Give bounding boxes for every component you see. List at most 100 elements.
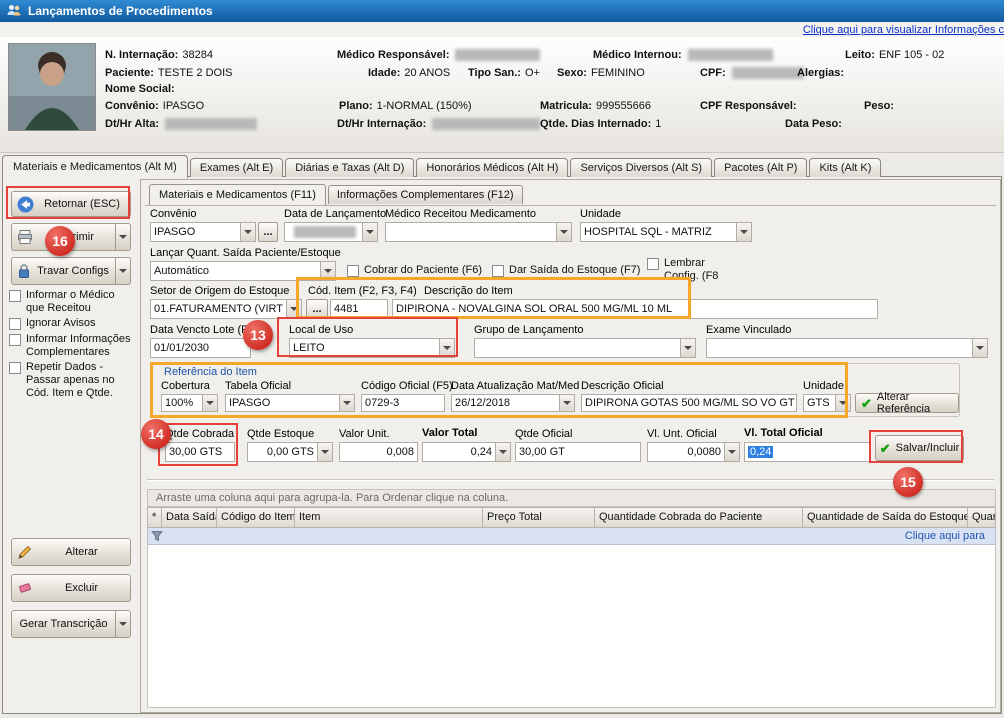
unidade-oficial-dropdown-icon[interactable] xyxy=(835,395,850,411)
alergias-field: Alergias: xyxy=(797,67,844,79)
valor-unit-input[interactable]: 0,008 xyxy=(339,442,418,462)
setor-origem-dropdown-icon[interactable] xyxy=(286,300,301,318)
tab-complementares-f12[interactable]: Informações Complementares (F12) xyxy=(328,185,523,204)
tab-kits[interactable]: Kits (Alt K) xyxy=(809,158,881,177)
medico-receitou-dropdown-icon[interactable] xyxy=(556,223,571,241)
cod-item-input[interactable]: 4481 xyxy=(330,299,388,319)
grid-indicator-header[interactable]: * xyxy=(147,507,162,528)
informar-complementares-checkbox[interactable]: Informar Informações Complementares xyxy=(9,333,135,359)
tab-materiais-medicamentos[interactable]: Materiais e Medicamentos (Alt M) xyxy=(2,155,188,178)
unidade-oficial-combo[interactable]: GTS xyxy=(803,394,851,412)
data-atualizacao-value: 26/12/2018 xyxy=(452,395,559,411)
col-preco-total[interactable]: Preço Total xyxy=(483,507,595,528)
valor-total-dropdown-icon[interactable] xyxy=(495,443,510,461)
visualizar-informacoes-link[interactable]: Clique aqui para visualizar Informações … xyxy=(803,24,1004,36)
cobrar-paciente-checkbox[interactable]: Cobrar do Paciente (F6) xyxy=(347,264,482,277)
cobertura-dropdown-icon[interactable] xyxy=(202,395,217,411)
checkbox-box-icon[interactable] xyxy=(9,362,21,374)
tabela-oficial-combo[interactable]: IPASGO xyxy=(225,394,355,412)
tab-diarias-taxas[interactable]: Diárias e Taxas (Alt D) xyxy=(285,158,414,177)
ignorar-avisos-checkbox[interactable]: Ignorar Avisos xyxy=(9,317,135,330)
sexo-value: FEMININO xyxy=(591,67,645,79)
convenio-browse-button[interactable]: ... xyxy=(258,222,278,242)
convenio-combo[interactable]: IPASGO xyxy=(150,222,256,242)
grupo-lancamento-combo[interactable] xyxy=(474,338,696,358)
tab-servicos-diversos[interactable]: Serviços Diversos (Alt S) xyxy=(570,158,712,177)
item-browse-button[interactable]: ... xyxy=(306,299,328,319)
repetir-dados-checkbox[interactable]: Repetir Dados - Passar apenas no Cód. It… xyxy=(9,361,135,400)
retornar-button[interactable]: Retornar (ESC) xyxy=(11,191,131,217)
exame-vinculado-combo[interactable] xyxy=(706,338,988,358)
valor-total-combo[interactable]: 0,24 xyxy=(422,442,511,462)
excluir-button[interactable]: Excluir xyxy=(11,574,131,602)
travar-configs-dropdown[interactable] xyxy=(115,258,130,284)
gerar-transcricao-button[interactable]: Gerar Transcrição xyxy=(11,610,131,638)
col-quantidade-s[interactable]: Quantidade de S xyxy=(968,507,996,528)
qtde-oficial-input[interactable]: 30,00 GT xyxy=(515,442,641,462)
col-codigo-item[interactable]: Código do Item xyxy=(217,507,295,528)
data-lancamento-dropdown-icon[interactable] xyxy=(362,223,377,241)
lancar-quant-dropdown-icon[interactable] xyxy=(320,262,335,280)
lancar-quant-combo[interactable]: Automático xyxy=(150,261,336,281)
local-uso-dropdown-icon[interactable] xyxy=(439,339,454,357)
unidade-dropdown-icon[interactable] xyxy=(736,223,751,241)
checkbox-box-icon[interactable] xyxy=(492,265,504,277)
checkbox-box-icon[interactable] xyxy=(347,265,359,277)
chevron-down-icon xyxy=(324,269,332,277)
checkbox-box-icon[interactable] xyxy=(9,334,21,346)
tab-pacotes[interactable]: Pacotes (Alt P) xyxy=(714,158,807,177)
setor-origem-label: Setor de Origem do Estoque xyxy=(150,285,289,297)
qtde-estoque-combo[interactable]: 0,00 GTS xyxy=(247,442,333,462)
checkbox-box-icon[interactable] xyxy=(9,290,21,302)
checkbox-box-icon[interactable] xyxy=(647,258,659,270)
setor-origem-combo[interactable]: 01.FATURAMENTO (VIRT xyxy=(150,299,302,319)
data-atualizacao-dropdown-icon[interactable] xyxy=(559,395,574,411)
alterar-button[interactable]: Alterar xyxy=(11,538,131,566)
vl-total-oficial-input[interactable]: 0,24 xyxy=(744,442,870,462)
unidade-oficial-label: Unidade xyxy=(803,380,844,392)
descricao-oficial-input[interactable]: DIPIRONA GOTAS 500 MG/ML SO VO GT xyxy=(581,394,797,412)
medico-responsavel-label: Médico Responsável: xyxy=(337,49,449,61)
medico-internou-field: Médico Internou: xyxy=(593,49,773,61)
col-quantidade-cobrada[interactable]: Quantidade Cobrada do Paciente xyxy=(595,507,803,528)
grupo-lancamento-dropdown-icon[interactable] xyxy=(680,339,695,357)
travar-configs-button[interactable]: Travar Configs xyxy=(11,257,131,285)
exame-vinculado-dropdown-icon[interactable] xyxy=(972,339,987,357)
codigo-oficial-input[interactable]: 0729-3 xyxy=(361,394,445,412)
data-lancamento-combo[interactable] xyxy=(284,222,378,242)
chevron-down-icon xyxy=(119,622,127,630)
data-vencto-input[interactable]: 01/01/2030 xyxy=(150,338,251,358)
tab-honorarios-medicos[interactable]: Honorários Médicos (Alt H) xyxy=(416,158,568,177)
cobertura-combo[interactable]: 100% xyxy=(161,394,218,412)
grid-body[interactable] xyxy=(147,545,996,708)
imprimir-dropdown[interactable] xyxy=(115,224,130,250)
vl-unt-oficial-dropdown-icon[interactable] xyxy=(724,443,739,461)
col-quantidade-saida[interactable]: Quantidade de Saída do Estoque xyxy=(803,507,968,528)
informar-medico-checkbox[interactable]: Informar o Médico que Receitou xyxy=(9,289,135,315)
cobertura-value: 100% xyxy=(162,395,202,411)
descricao-item-input[interactable]: DIPIRONA - NOVALGINA SOL ORAL 500 MG/ML … xyxy=(392,299,878,319)
col-item[interactable]: Item xyxy=(295,507,483,528)
tab-materiais-f11[interactable]: Materiais e Medicamentos (F11) xyxy=(149,184,326,205)
convenio-dropdown-icon[interactable] xyxy=(240,223,255,241)
gerar-transcricao-dropdown[interactable] xyxy=(115,611,130,637)
checkbox-box-icon[interactable] xyxy=(9,318,21,330)
grid-filter-row[interactable]: Clique aqui para xyxy=(147,528,996,545)
local-uso-combo[interactable]: LEITO xyxy=(289,338,455,358)
dar-saida-checkbox[interactable]: Dar Saída do Estoque (F7) xyxy=(492,264,640,277)
tab-exames[interactable]: Exames (Alt E) xyxy=(190,158,283,177)
lembrar-config-checkbox[interactable]: Lembrar Config. (F8 xyxy=(647,257,735,283)
dt-hr-internacao-label: Dt/Hr Internação: xyxy=(337,118,426,130)
unidade-combo[interactable]: HOSPITAL SQL - MATRIZ xyxy=(580,222,752,242)
data-atualizacao-combo[interactable]: 26/12/2018 xyxy=(451,394,575,412)
tipo-san-value: O+ xyxy=(525,67,540,79)
qtde-estoque-dropdown-icon[interactable] xyxy=(317,443,332,461)
alterar-referencia-button[interactable]: ✔ Alterar Referência xyxy=(855,393,959,413)
salvar-incluir-button[interactable]: ✔ Salvar/Incluir xyxy=(875,435,964,461)
grid-group-area[interactable]: Arraste uma coluna aqui para agrupa-la. … xyxy=(147,489,996,507)
vl-unt-oficial-combo[interactable]: 0,0080 xyxy=(647,442,740,462)
qtde-cobrada-input[interactable]: 30,00 GTS xyxy=(165,442,235,462)
col-data-saida[interactable]: Data Saída xyxy=(162,507,217,528)
medico-receitou-combo[interactable] xyxy=(385,222,572,242)
tabela-oficial-dropdown-icon[interactable] xyxy=(339,395,354,411)
